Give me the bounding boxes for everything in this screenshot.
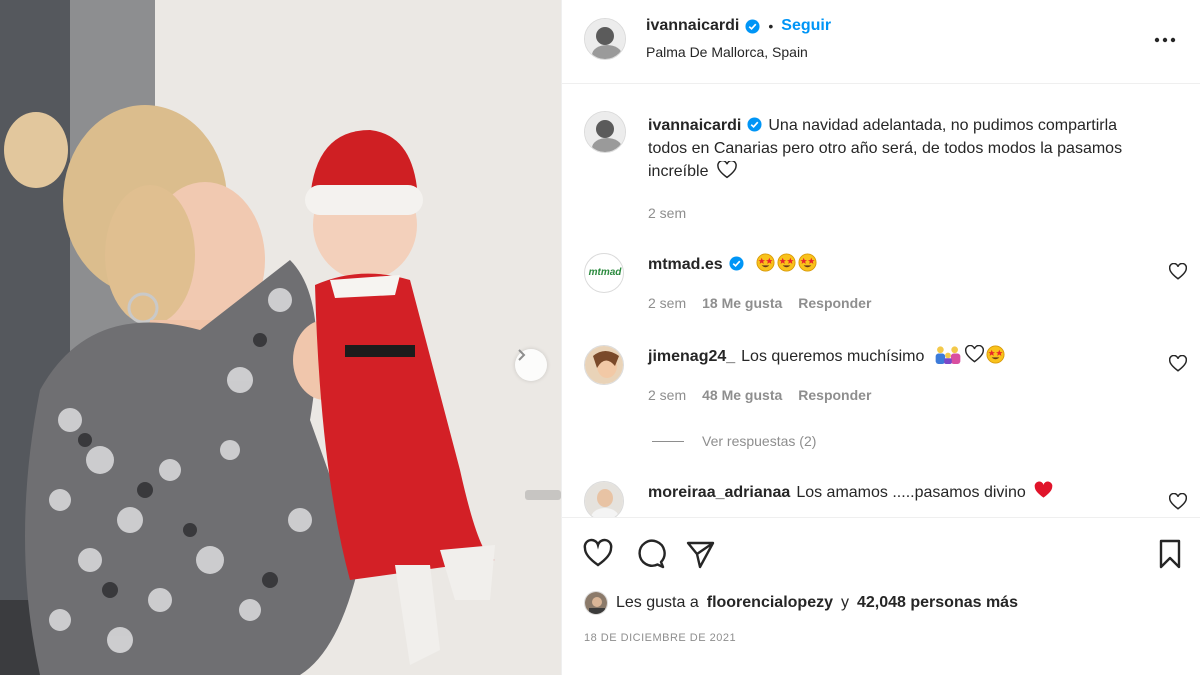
author-line: ivannaicardi • Seguir — [646, 17, 831, 35]
heart-outline-icon — [717, 159, 737, 179]
star-eyes-icon — [756, 253, 775, 272]
comment-username[interactable]: moreiraa_adrianaa — [648, 484, 790, 501]
post-location[interactable]: Palma De Mallorca, Spain — [646, 44, 808, 60]
liker-avatar[interactable] — [584, 591, 608, 615]
more-options-button[interactable] — [1150, 28, 1180, 52]
comment-text: Los amamos .....pasamos divino — [796, 484, 1026, 501]
likes-conjunction: y — [840, 594, 849, 611]
likes-summary: Les gusta a floorencialopezy y 42,048 pe… — [584, 591, 1018, 615]
likes-prefix: Les gusta a — [616, 594, 699, 611]
like-comment-icon[interactable] — [1169, 493, 1187, 511]
comment-time[interactable]: 2 sem — [648, 295, 686, 311]
comment-likes[interactable]: 48 Me gusta — [702, 387, 782, 403]
comment-bubble-icon[interactable] — [634, 538, 666, 570]
separator-dot: • — [768, 18, 774, 34]
avatar-logo-text: mtmad — [588, 267, 622, 278]
comment-time[interactable]: 2 sem — [648, 387, 686, 403]
view-replies-button[interactable]: Ver respuestas (2) — [652, 433, 816, 449]
comment-username[interactable]: jimenag24_ — [648, 348, 735, 365]
commenter-avatar[interactable] — [584, 481, 624, 517]
caption-time[interactable]: 2 sem — [648, 205, 686, 221]
post-date[interactable]: 18 DE DICIEMBRE DE 2021 — [584, 632, 736, 644]
reply-button[interactable]: Responder — [798, 387, 871, 403]
next-photo-button[interactable] — [515, 349, 547, 381]
likes-count[interactable]: 42,048 personas más — [857, 594, 1018, 612]
post-actions-bar — [562, 517, 1200, 589]
star-eyes-icon — [777, 253, 796, 272]
family-icon — [935, 346, 961, 364]
comments-section[interactable]: ivannaicardi Una navidad adelantada, no p… — [562, 85, 1200, 517]
comment-text: Los queremos muchísimo — [741, 348, 925, 365]
caption-text-block: ivannaicardi Una navidad adelantada, no p… — [648, 114, 1148, 183]
reply-button[interactable]: Responder — [798, 295, 871, 311]
like-comment-icon[interactable] — [1169, 355, 1187, 373]
comment-meta: 2 sem 18 Me gusta Responder — [648, 295, 871, 311]
liker-username[interactable]: floorencialopezy — [707, 594, 833, 612]
photo-illustration — [0, 0, 561, 675]
verified-badge-icon — [747, 117, 762, 132]
comment-likes[interactable]: 18 Me gusta — [702, 295, 782, 311]
commenter-avatar[interactable] — [584, 345, 624, 385]
caption-avatar[interactable] — [584, 111, 626, 153]
follow-button[interactable]: Seguir — [781, 17, 831, 35]
star-eyes-icon — [798, 253, 817, 272]
verified-badge-icon — [745, 18, 760, 34]
comment-meta: 2 sem 48 Me gusta Responder — [648, 387, 871, 403]
more-icon — [1154, 37, 1176, 43]
avatar-image — [585, 112, 625, 152]
comment-text-block: jimenag24_ Los queremos muchísimo — [648, 345, 1148, 368]
comment-text-block: mtmad.es — [648, 253, 1148, 276]
author-avatar[interactable] — [584, 18, 626, 60]
replies-divider-line — [652, 440, 684, 442]
avatar-image — [585, 482, 623, 517]
heart-outline-icon — [964, 345, 984, 363]
view-replies-label: Ver respuestas (2) — [702, 433, 817, 449]
post-detail-panel: ivannaicardi • Seguir Palma De Mallorca,… — [561, 0, 1200, 675]
caption-meta: 2 sem — [648, 205, 686, 221]
red-heart-icon — [1034, 481, 1053, 498]
comment-username[interactable]: mtmad.es — [648, 256, 723, 273]
avatar-image — [585, 346, 623, 384]
avatar-image — [585, 19, 625, 59]
share-paper-plane-icon[interactable] — [684, 538, 716, 570]
post-photo — [0, 0, 561, 675]
chevron-right-icon — [518, 349, 526, 361]
star-eyes-icon — [986, 345, 1005, 364]
post-header: ivannaicardi • Seguir Palma De Mallorca,… — [562, 0, 1200, 84]
commenter-avatar[interactable]: mtmad — [584, 253, 624, 293]
avatar-image — [585, 592, 607, 614]
caption-username[interactable]: ivannaicardi — [648, 117, 741, 134]
comment-text-block: moreiraa_adrianaa Los amamos .....pasamos… — [648, 481, 1148, 504]
verified-badge-icon — [729, 256, 744, 271]
save-bookmark-icon[interactable] — [1154, 538, 1186, 570]
like-comment-icon[interactable] — [1169, 263, 1187, 281]
like-heart-icon[interactable] — [582, 538, 614, 570]
author-username[interactable]: ivannaicardi — [646, 17, 739, 35]
